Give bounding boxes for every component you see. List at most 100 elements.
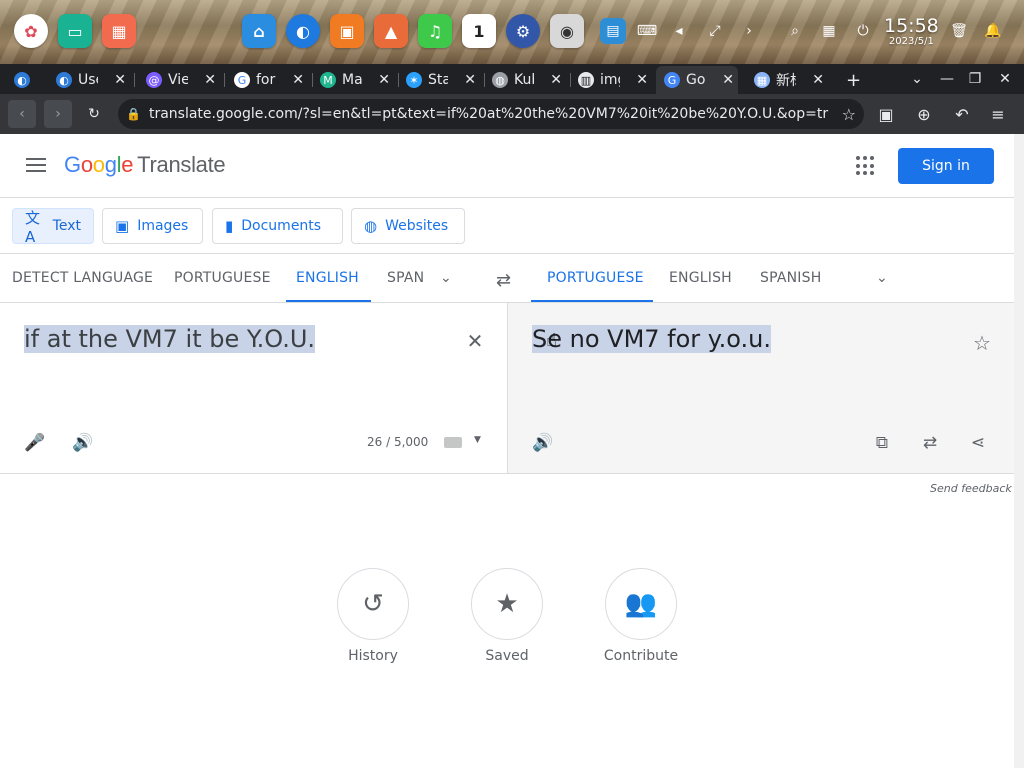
tab-search-icon[interactable]: ⌄ <box>902 64 932 94</box>
tab-strip: ◐ ◐Use✕@Viev✕Gfork✕MMar✕✶Sta✕◍Kub✕▥img✕G… <box>0 64 1024 94</box>
swap-languages-icon[interactable]: ⇄ <box>496 270 511 291</box>
tab-close-icon[interactable]: ✕ <box>636 72 648 88</box>
url-text[interactable]: translate.google.com/?sl=en&tl=pt&text=i… <box>149 106 829 122</box>
browser-icon[interactable]: ◐ <box>286 14 320 48</box>
music-icon[interactable]: ♫ <box>418 14 452 48</box>
multitask-icon[interactable]: ▭ <box>58 14 92 48</box>
tab-close-icon[interactable]: ✕ <box>292 72 304 88</box>
browser-menu-button[interactable]: ◐ <box>6 66 42 94</box>
tab-close-icon[interactable]: ✕ <box>114 72 126 88</box>
tab-close-icon[interactable]: ✕ <box>204 72 216 88</box>
forward-button[interactable]: › <box>44 100 72 128</box>
target-lang-more-chevron-icon[interactable]: ⌄ <box>876 270 892 286</box>
keyboard-dropdown-icon[interactable]: ▼ <box>474 435 481 445</box>
saved-label: Saved <box>485 648 529 664</box>
minimize-button[interactable]: — <box>932 64 962 94</box>
mode-text-button[interactable]: 文A Text <box>12 208 94 246</box>
tab-title: Use <box>78 72 98 88</box>
volume-icon[interactable]: ◂ <box>666 18 692 44</box>
scrollbar[interactable] <box>1014 134 1024 768</box>
hamburger-menu-icon[interactable] <box>24 154 48 178</box>
tab-separator <box>134 73 135 87</box>
launcher-icon[interactable]: ✿ <box>14 14 48 48</box>
tab-5[interactable]: ◍ Kub ✕ <box>484 66 566 94</box>
microphone-icon[interactable]: 🎤 <box>23 431 47 455</box>
tab-1[interactable]: @ Viev ✕ <box>138 66 220 94</box>
save-translation-star-icon[interactable]: ☆ <box>970 331 994 355</box>
tab-close-icon[interactable]: ✕ <box>378 72 390 88</box>
input-method-icon[interactable]: ▦ <box>816 18 842 44</box>
target-lang-english[interactable]: ENGLISH <box>669 254 732 302</box>
tab-close-icon[interactable]: ✕ <box>464 72 476 88</box>
search-icon[interactable]: ⌕ <box>782 18 808 44</box>
menu-icon[interactable]: ≡ <box>986 102 1010 126</box>
reload-button[interactable]: ↻ <box>80 100 108 128</box>
google-translate-logo[interactable]: Google Translate <box>64 152 226 178</box>
mode-documents-button[interactable]: ▮ Documents <box>212 208 343 244</box>
tab-2[interactable]: Gfork ✕ <box>226 66 308 94</box>
source-lang-english[interactable]: ENGLISH <box>286 254 371 302</box>
tab-8[interactable]: ▦ 新标 ✕ <box>746 66 828 94</box>
trash-icon[interactable]: 🗑 <box>946 18 972 44</box>
tab-6[interactable]: ▥ img ✕ <box>570 66 652 94</box>
contribute-button[interactable]: 👥 <box>605 568 677 640</box>
clock[interactable]: 15:58 2023/5/1 <box>884 16 939 48</box>
sparkle-icon: ✶ <box>406 72 422 88</box>
screenshot-icon[interactable]: ▤ <box>600 18 626 44</box>
target-lang-spanish[interactable]: SPANISH <box>760 254 821 302</box>
source-lang-spanish[interactable]: SPANISH <box>387 254 423 302</box>
tab-7[interactable]: G Goo ✕ <box>656 66 738 94</box>
history-button[interactable]: ↺ <box>337 568 409 640</box>
app-store-icon[interactable]: ⌂ <box>242 14 276 48</box>
tab-0[interactable]: ◐ Use ✕ <box>48 66 130 94</box>
tab-close-icon[interactable]: ✕ <box>550 72 562 88</box>
mode-images-button[interactable]: ▣ Images <box>102 208 203 244</box>
network-icon[interactable]: ⤢ <box>702 18 728 44</box>
tab-3[interactable]: M Mar ✕ <box>312 66 394 94</box>
keyboard-icon[interactable] <box>444 437 462 448</box>
saved-button[interactable]: ★ <box>471 568 543 640</box>
google-icon: G <box>234 72 250 88</box>
new-tab-button[interactable]: + <box>838 66 861 94</box>
notification-bell-icon[interactable]: 🔔 <box>980 18 1006 44</box>
download-icon[interactable]: ⊕ <box>912 102 936 126</box>
settings-icon[interactable]: ⚙ <box>506 14 540 48</box>
clear-text-icon[interactable]: ✕ <box>463 329 487 353</box>
tab-title: Mar <box>342 72 362 88</box>
source-lang-detect[interactable]: DETECT LANGUAGE <box>12 254 153 302</box>
extensions-icon[interactable]: ▣ <box>874 102 898 126</box>
listen-source-icon[interactable]: 🔊 <box>71 431 95 455</box>
close-window-button[interactable]: ✕ <box>990 64 1020 94</box>
keyboard-icon[interactable]: ⌨ <box>634 18 660 44</box>
sign-in-button[interactable]: Sign in <box>898 148 994 184</box>
share-icon[interactable]: ⋖ <box>966 431 990 455</box>
undo-icon[interactable]: ↶ <box>950 102 974 126</box>
power-icon[interactable]: ⏻ <box>850 18 876 44</box>
tab-title: Goo <box>686 72 706 88</box>
address-bar[interactable]: 🔒 translate.google.com/?sl=en&tl=pt&text… <box>118 99 864 129</box>
google-apps-icon[interactable] <box>856 156 876 176</box>
calendar-icon[interactable]: 1 <box>462 14 496 48</box>
disk-icon[interactable]: ◉ <box>550 14 584 48</box>
tab-4[interactable]: ✶ Sta ✕ <box>398 66 480 94</box>
shopping-bag-icon[interactable]: ▣ <box>330 14 364 48</box>
workspace-icon[interactable]: ▦ <box>102 14 136 48</box>
send-feedback-link[interactable]: Send feedback <box>930 482 1012 495</box>
listen-translation-icon[interactable]: 🔊 <box>531 431 555 455</box>
chevron-right-icon[interactable]: › <box>736 18 762 44</box>
source-lang-portuguese[interactable]: PORTUGUESE <box>174 254 271 302</box>
back-button[interactable]: ‹ <box>8 100 36 128</box>
photos-icon[interactable]: ▲ <box>374 14 408 48</box>
contribute-label: Contribute <box>603 648 679 664</box>
rate-translation-icon[interactable]: ⇄ <box>918 431 942 455</box>
source-textarea[interactable]: if at the VM7 it be Y.O.U. <box>24 325 316 353</box>
maximize-button[interactable]: ❐ <box>960 64 990 94</box>
tab-close-icon[interactable]: ✕ <box>812 72 824 88</box>
copy-icon[interactable]: ⧉ <box>870 431 894 455</box>
source-lang-more-chevron-icon[interactable]: ⌄ <box>440 270 456 286</box>
target-lang-portuguese[interactable]: PORTUGUESE <box>531 254 653 302</box>
tab-close-icon[interactable]: ✕ <box>722 72 734 88</box>
bookmark-star-icon[interactable]: ☆ <box>842 105 856 124</box>
mode-websites-button[interactable]: ◍ Websites <box>351 208 465 244</box>
deepin-icon: ◐ <box>56 72 72 88</box>
